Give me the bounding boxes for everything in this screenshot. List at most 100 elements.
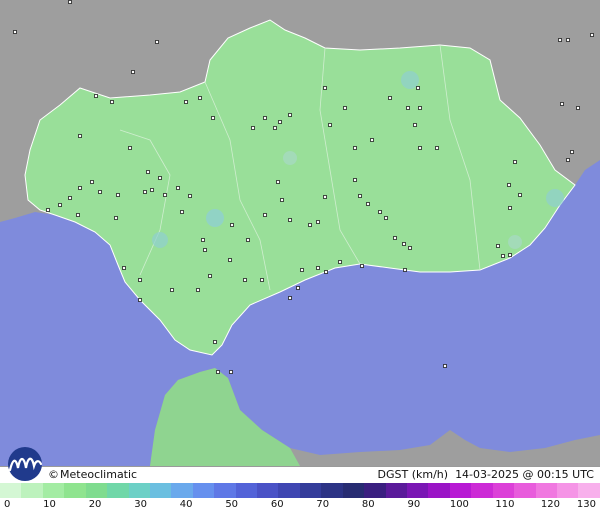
station-marker [94,94,98,98]
meteoclimatic-logo-icon [8,447,43,481]
legend-swatch [107,483,129,498]
station-marker [508,206,512,210]
legend-tick-label: 130 [576,499,596,510]
station-marker [13,30,17,34]
station-marker [170,288,174,292]
station-marker [360,264,364,268]
legend-tick-label: 30 [134,499,147,510]
legend-swatch [342,483,365,498]
station-marker [560,102,564,106]
station-marker [228,258,232,262]
station-marker [246,238,250,242]
station-marker [243,278,247,282]
legend-swatch [21,483,43,498]
legend-swatch [407,483,429,498]
legend-swatch [428,483,450,498]
gust-spot [206,209,224,227]
gust-spot [508,235,522,249]
station-marker [418,106,422,110]
station-marker [590,33,594,37]
legend-tick-label: 120 [540,499,560,510]
color-legend: 0 10 20 30 40 50 60 70 80 90 100 110 120 130 [0,482,600,517]
station-marker [324,270,328,274]
legend-swatch [214,483,236,498]
legend-tick-label: 110 [495,499,515,510]
station-marker [296,286,300,290]
variable-label: DGST (km/h) [377,468,449,481]
station-marker [273,126,277,130]
station-marker [566,158,570,162]
station-marker [201,238,205,242]
legend-tick-label: 70 [316,499,330,510]
legend-swatch [578,483,600,498]
legend-tick-label: 0 [4,499,11,510]
legend-swatch [149,483,172,498]
legend-swatch [556,483,579,498]
station-marker [393,236,397,240]
station-marker [558,38,562,42]
station-marker [158,176,162,180]
legend-swatch [471,483,493,498]
station-marker [388,96,392,100]
station-marker [90,180,94,184]
timestamp-label: 14-03-2025 @ 00:15 UTC [455,468,594,481]
legend-swatch [321,483,343,498]
station-marker [150,188,154,192]
station-marker [229,370,233,374]
station-marker [416,86,420,90]
copyright-symbol: © [48,468,59,481]
station-marker [143,190,147,194]
station-marker [138,278,142,282]
station-marker [343,106,347,110]
station-marker [570,150,574,154]
station-marker [496,244,500,248]
station-marker [323,86,327,90]
legend-swatch [128,483,150,498]
station-marker [323,195,327,199]
legend-color-bar [0,483,600,498]
station-marker [184,100,188,104]
station-marker [358,194,362,198]
station-marker [131,70,135,74]
station-marker [146,170,150,174]
legend-swatch [64,483,86,498]
station-marker [138,298,142,302]
station-marker [78,186,82,190]
legend-swatch [0,483,22,498]
station-marker [316,266,320,270]
legend-swatch [85,483,108,498]
station-marker [196,288,200,292]
legend-swatch [192,483,215,498]
station-marker [68,196,72,200]
station-marker [180,210,184,214]
legend-swatch [171,483,193,498]
station-marker [114,216,118,220]
station-marker [507,183,511,187]
legend-tick-label: 50 [225,499,239,510]
station-marker [203,248,207,252]
station-marker [353,146,357,150]
station-marker [188,194,192,198]
station-marker [513,160,517,164]
legend-tick-label: 40 [179,499,193,510]
station-marker [76,213,80,217]
station-marker [260,278,264,282]
station-marker [163,193,167,197]
station-marker [402,242,406,246]
station-marker [280,198,284,202]
legend-swatch [278,483,300,498]
station-marker [251,126,255,130]
station-marker [576,106,580,110]
legend-tick-label: 80 [361,499,375,510]
station-marker [566,38,570,42]
station-marker [176,186,180,190]
station-marker [353,178,357,182]
legend-tick-label: 90 [407,499,421,510]
station-marker [128,146,132,150]
station-marker [384,216,388,220]
station-marker [278,120,282,124]
station-marker [408,246,412,250]
station-marker [338,260,342,264]
station-marker [122,266,126,270]
info-bar: © Meteoclimatic DGST (km/h) 14-03-2025 @… [0,466,600,483]
